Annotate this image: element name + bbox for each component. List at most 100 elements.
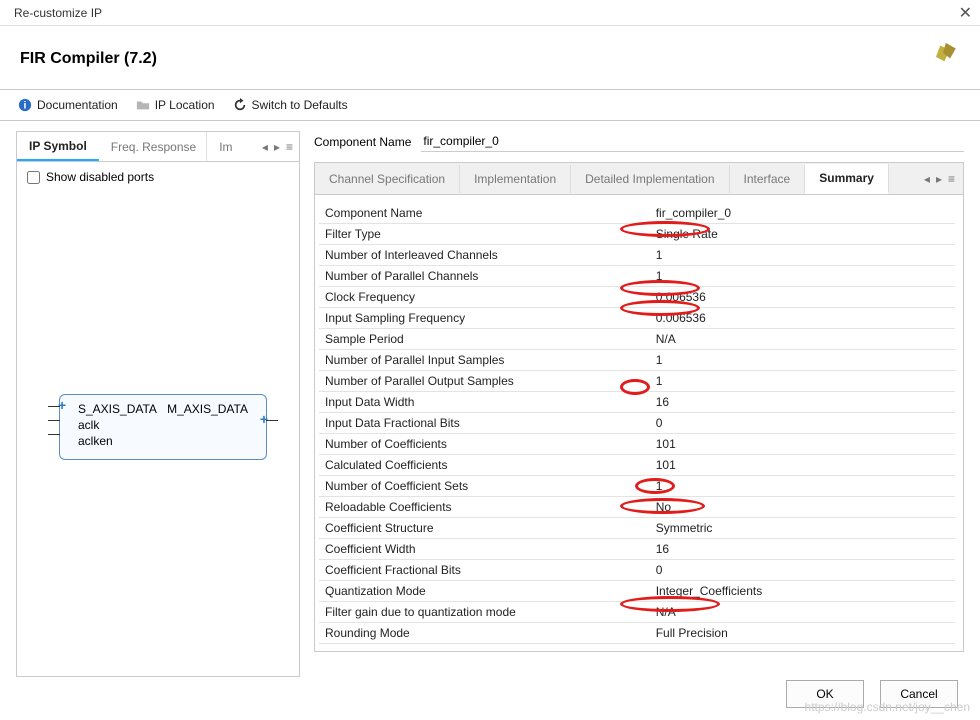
left-tab-bar: IP Symbol Freq. Response Im ◂ ▸ ≡ [17,132,299,162]
switch-defaults-link[interactable]: Switch to Defaults [233,98,348,112]
refresh-icon [233,98,247,112]
ip-location-label: IP Location [155,98,215,112]
summary-value: 1 [650,476,955,497]
port-aclken: aclken [78,434,113,448]
port-m-axis-data: M_AXIS_DATA [167,402,248,416]
summary-key: Sample Period [319,329,650,350]
tab-implementation[interactable]: Implementation [460,165,571,193]
summary-content[interactable]: Component Namefir_compiler_0Filter Type S… [315,195,963,651]
component-name-row: Component Name [314,131,964,152]
table-row: Coefficient Fractional Bits0 [319,560,955,581]
vendor-logo-icon [926,40,960,77]
svg-text:i: i [24,100,27,112]
summary-value: 1 [650,245,955,266]
tab-implementation-truncated[interactable]: Im [207,134,237,160]
left-tab-nav: ◂ ▸ ≡ [256,140,299,154]
port-s-axis-data: S_AXIS_DATA [78,402,157,416]
tab-menu-icon[interactable]: ≡ [284,140,295,154]
show-disabled-input[interactable] [27,171,40,184]
summary-value: 1 [650,266,955,287]
show-disabled-checkbox[interactable]: Show disabled ports [27,170,289,184]
summary-value: Integer_Coefficients [650,581,955,602]
footer: OK Cancel [0,668,980,720]
summary-key: Coefficient Width [319,539,650,560]
documentation-link[interactable]: i Documentation [18,98,118,112]
tab-ip-symbol[interactable]: IP Symbol [17,133,99,161]
summary-key: Number of Coefficients [319,434,650,455]
summary-value: Symmetric [650,518,955,539]
cancel-button[interactable]: Cancel [880,680,958,708]
config-panel: Channel Specification Implementation Det… [314,162,964,652]
port-line [48,420,60,421]
tab-freq-response[interactable]: Freq. Response [99,134,208,160]
table-row: Reloadable CoefficientsNo [319,497,955,518]
table-row: Coefficient StructureSymmetric [319,518,955,539]
header: FIR Compiler (7.2) [0,26,980,90]
ip-location-link[interactable]: IP Location [136,98,215,112]
summary-value: 0 [650,413,955,434]
summary-key: Number of Parallel Input Samples [319,350,650,371]
table-row: Number of Interleaved Channels1 [319,245,955,266]
table-row: Calculated Coefficients101 [319,455,955,476]
documentation-label: Documentation [37,98,118,112]
close-icon[interactable]: ✕ [959,3,972,23]
main-area: IP Symbol Freq. Response Im ◂ ▸ ≡ Show d… [0,121,980,677]
tab-channel-spec[interactable]: Channel Specification [315,165,460,193]
port-aclk: aclk [78,418,99,432]
summary-value: 0.006536 [650,287,955,308]
summary-value: N/A [650,329,955,350]
port-line [48,434,60,435]
config-tab-nav: ◂ ▸ ≡ [916,172,963,186]
rtab-next-icon[interactable]: ▸ [934,172,944,186]
port-line [48,406,60,407]
rtab-menu-icon[interactable]: ≡ [946,172,957,186]
table-row: Input Data Fractional Bits0 [319,413,955,434]
summary-value: fir_compiler_0 [650,203,955,224]
summary-value: 16 [650,539,955,560]
summary-key: Coefficient Fractional Bits [319,560,650,581]
summary-value: 101 [650,434,955,455]
summary-key: Number of Interleaved Channels [319,245,650,266]
table-row: Filter gain due to quantization modeN/A [319,602,955,623]
summary-key: Rounding Mode [319,623,650,644]
table-row: Number of Coefficients101 [319,434,955,455]
summary-table: Component Namefir_compiler_0Filter Type S… [319,203,955,644]
summary-key: Input Data Width [319,392,650,413]
ip-title: FIR Compiler (7.2) [20,50,157,68]
expand-out-icon[interactable]: + [260,411,268,427]
tab-summary[interactable]: Summary [805,164,889,194]
folder-icon [136,98,150,112]
title-bar: Re-customize IP ✕ [0,0,980,26]
table-row: Clock Frequency0.006536 [319,287,955,308]
summary-key: Input Data Fractional Bits [319,413,650,434]
show-disabled-label: Show disabled ports [46,170,154,184]
table-row: Sample PeriodN/A [319,329,955,350]
expand-in-icon[interactable]: + [58,397,66,413]
tab-next-icon[interactable]: ▸ [272,140,282,154]
left-panel: IP Symbol Freq. Response Im ◂ ▸ ≡ Show d… [16,131,300,677]
tab-detailed-impl[interactable]: Detailed Implementation [571,165,729,193]
summary-key: Number of Coefficient Sets [319,476,650,497]
config-tab-bar: Channel Specification Implementation Det… [315,163,963,195]
table-row: Coefficient Width16 [319,539,955,560]
summary-key: Quantization Mode [319,581,650,602]
switch-defaults-label: Switch to Defaults [252,98,348,112]
summary-key: Filter Type [319,224,650,245]
summary-key: Component Name [319,203,650,224]
table-row: Number of Parallel Channels1 [319,266,955,287]
component-name-input[interactable] [421,131,964,152]
summary-value: No [650,497,955,518]
rtab-prev-icon[interactable]: ◂ [922,172,932,186]
summary-value: 101 [650,455,955,476]
ok-button[interactable]: OK [786,680,864,708]
summary-value: 1 [650,350,955,371]
table-row: Number of Parallel Input Samples1 [319,350,955,371]
summary-key: Number of Parallel Output Samples [319,371,650,392]
summary-key: Reloadable Coefficients [319,497,650,518]
summary-value: N/A [650,602,955,623]
tab-prev-icon[interactable]: ◂ [260,140,270,154]
right-panel: Component Name Channel Specification Imp… [314,131,964,677]
table-row: Input Data Width16 [319,392,955,413]
tab-interface[interactable]: Interface [730,165,806,193]
summary-value: Full Precision [650,623,955,644]
